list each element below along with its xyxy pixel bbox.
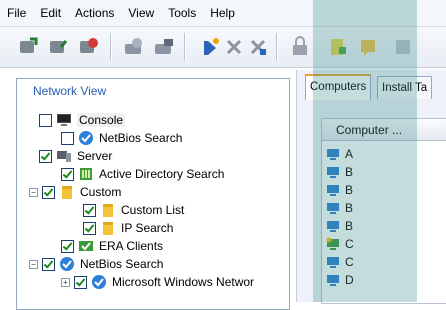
- computer-name: B: [345, 165, 354, 179]
- folder-icon: [100, 202, 116, 218]
- table-row[interactable]: C: [326, 253, 354, 271]
- computer-icon: [326, 201, 340, 215]
- table-row[interactable]: A: [326, 145, 353, 163]
- tree-item-label: Microsoft Windows Networ: [112, 275, 255, 289]
- era-clients-icon: [78, 238, 94, 254]
- computer-name: D: [345, 273, 354, 287]
- new-task-icon[interactable]: [198, 35, 222, 59]
- scan-icon[interactable]: [122, 35, 146, 59]
- folder-icon: [100, 220, 116, 236]
- computer-name: C: [345, 255, 354, 269]
- network-icon[interactable]: [152, 35, 176, 59]
- computer-icon: [326, 147, 340, 161]
- tree-item-netbios-search[interactable]: − NetBios Search: [29, 255, 163, 273]
- tree-item-microsoft-windows-network[interactable]: + Microsoft Windows Networ: [61, 273, 254, 291]
- tree-item-label: ERA Clients: [99, 239, 164, 253]
- tree-item-era-clients[interactable]: ERA Clients: [61, 237, 163, 255]
- tree-item-netbios-search-console[interactable]: NetBios Search: [61, 129, 182, 147]
- toolbar: [0, 27, 446, 68]
- note-icon[interactable]: [356, 35, 380, 59]
- menu-actions[interactable]: Actions: [68, 0, 121, 26]
- console-checkbox[interactable]: [39, 113, 52, 127]
- menu-edit[interactable]: Edit: [33, 0, 68, 26]
- tree-item-ip-search[interactable]: IP Search: [83, 219, 173, 237]
- netbios-console-checkbox[interactable]: [61, 131, 74, 145]
- netbios-icon: [59, 256, 75, 272]
- network-view-panel: Network View Console NetBios Search Serv…: [16, 78, 290, 310]
- menu-help[interactable]: Help: [203, 0, 242, 26]
- netbios-icon: [78, 130, 94, 146]
- tree-item-label: NetBios Search: [80, 257, 164, 271]
- tab-computers[interactable]: Computers: [305, 74, 372, 100]
- computer-warning-icon: [326, 237, 340, 251]
- table-row[interactable]: B: [326, 163, 353, 181]
- tree-item-custom-list[interactable]: Custom List: [83, 201, 184, 219]
- computer-icon: [326, 183, 340, 197]
- table-row[interactable]: B: [326, 217, 353, 235]
- microsoft-network-checkbox[interactable]: [74, 275, 87, 289]
- tree-item-custom[interactable]: − Custom: [29, 183, 121, 201]
- computer-name: A: [345, 147, 354, 161]
- table-row[interactable]: B: [326, 199, 353, 217]
- netbios-checkbox[interactable]: [42, 257, 55, 271]
- computer-column-header[interactable]: Computer ...: [322, 119, 446, 141]
- upgrade-icon[interactable]: [46, 35, 70, 59]
- computer-icon: [326, 255, 340, 269]
- install-icon[interactable]: [16, 35, 40, 59]
- netbios-icon: [91, 274, 107, 290]
- computer-icon: [326, 219, 340, 233]
- info-icon[interactable]: [392, 35, 416, 59]
- tree-item-label: Console: [77, 113, 126, 127]
- menu-bar: File Edit Actions View Tools Help: [0, 0, 446, 27]
- menu-view[interactable]: View: [121, 0, 161, 26]
- tree-item-label: Custom List: [121, 203, 185, 217]
- tree-item-label: NetBios Search: [99, 131, 183, 145]
- lock-icon[interactable]: [288, 35, 312, 59]
- tree-item-server[interactable]: Server: [39, 147, 112, 165]
- tree-item-label: Server: [77, 149, 113, 163]
- server-checkbox[interactable]: [39, 149, 52, 163]
- collapse-toggle[interactable]: −: [29, 187, 38, 197]
- tree-item-console[interactable]: Console: [39, 111, 126, 129]
- computer-name: B: [345, 183, 354, 197]
- tab-install-tasks[interactable]: Install Ta: [377, 76, 433, 99]
- computer-icon: [326, 273, 340, 287]
- folder-icon: [59, 184, 75, 200]
- table-row[interactable]: D: [326, 271, 354, 289]
- tree-item-label: Active Directory Search: [99, 167, 225, 181]
- server-icon: [56, 148, 72, 164]
- computers-panel: Computers Install Ta Computer ... A B B …: [296, 70, 446, 304]
- document-icon[interactable]: [326, 35, 350, 59]
- menu-tools[interactable]: Tools: [161, 0, 203, 26]
- computer-name: C: [345, 237, 354, 251]
- monitor-icon: [56, 112, 72, 128]
- tree-item-label: Custom: [80, 185, 122, 199]
- custom-checkbox[interactable]: [42, 185, 55, 199]
- ip-search-checkbox[interactable]: [83, 221, 96, 235]
- expand-toggle[interactable]: +: [61, 277, 70, 287]
- collapse-toggle[interactable]: −: [29, 259, 38, 269]
- active-directory-checkbox[interactable]: [61, 167, 74, 181]
- table-row[interactable]: B: [326, 181, 353, 199]
- delete-icon[interactable]: [222, 35, 246, 59]
- computer-name: B: [345, 201, 354, 215]
- table-row[interactable]: C: [326, 235, 354, 253]
- computers-table: Computer ... A B B B B C C D: [321, 118, 446, 304]
- network-view-title: Network View: [33, 84, 107, 98]
- computer-icon: [326, 165, 340, 179]
- active-directory-icon: [78, 166, 94, 182]
- era-clients-checkbox[interactable]: [61, 239, 74, 253]
- menu-file[interactable]: File: [0, 0, 33, 26]
- tree-item-active-directory-search[interactable]: Active Directory Search: [61, 165, 224, 183]
- remove-icon[interactable]: [246, 35, 270, 59]
- uninstall-icon[interactable]: [76, 35, 100, 59]
- tree-item-label: IP Search: [121, 221, 174, 235]
- computer-name: B: [345, 219, 354, 233]
- custom-list-checkbox[interactable]: [83, 203, 96, 217]
